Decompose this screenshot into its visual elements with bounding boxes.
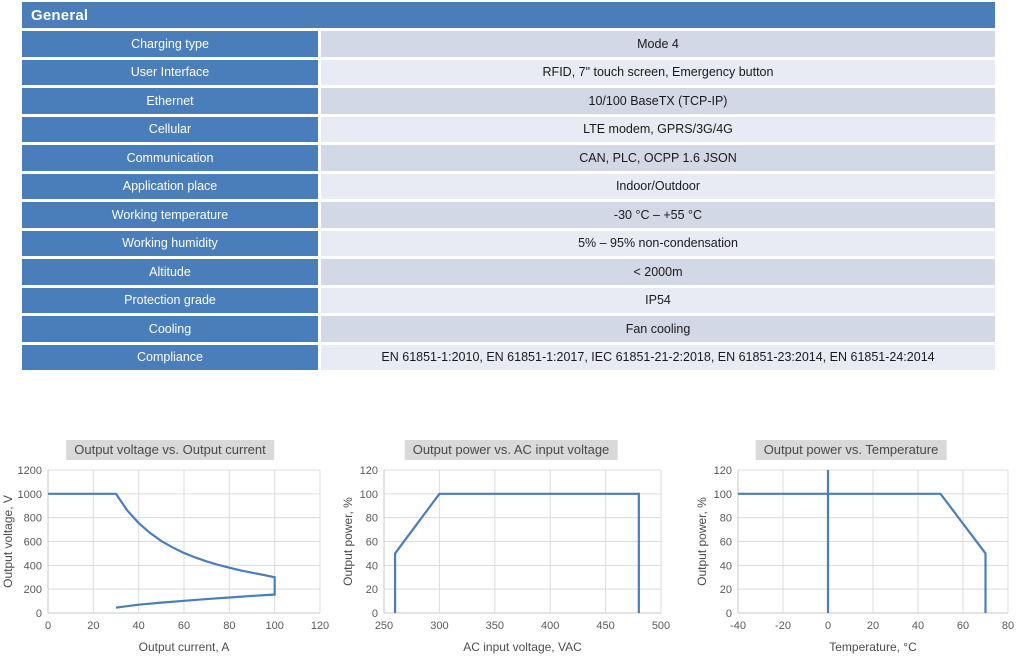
table-row-value: -30 °C – +55 °C (321, 202, 995, 228)
table-row-label: Working humidity (22, 230, 318, 256)
table-row-label: Charging type (22, 31, 318, 57)
table-row-value: Fan cooling (321, 316, 995, 342)
y-tick-label: 1200 (18, 465, 42, 477)
x-axis-title: AC input voltage, VAC (463, 640, 582, 654)
x-tick-label: 80 (1002, 620, 1014, 632)
table-row: Working temperature -30 °C – +55 °C (22, 202, 995, 228)
x-tick-label: 20 (87, 620, 99, 632)
output-power-vs-temperature-plot: 0 20 40 60 80 100 120 -40 -20 0 20 40 60 80 Temperatur… (695, 465, 1014, 654)
x-tick-label: 60 (178, 620, 190, 632)
table-row-label: Altitude (22, 259, 318, 285)
x-tick-label: 350 (486, 620, 504, 632)
table-row: User Interface RFID, 7" touch screen, Eme… (22, 59, 995, 85)
chart-output-power-vs-temperature: Output power vs. Temperature 0 20 40 60 80 10… (681, 434, 1021, 656)
x-tick-label: 120 (311, 620, 329, 632)
table-row-value: EN 61851-1:2010, EN 61851-1:2017, IEC 61… (321, 344, 995, 370)
table-row-value: 5% – 95% non-condensation (321, 230, 995, 256)
y-tick-label: 0 (726, 608, 732, 620)
y-tick-label: 40 (366, 560, 378, 572)
series-operating-envelope (48, 492, 276, 609)
table-body: Charging type Mode 4 User Interface RFID, 7… (22, 31, 995, 370)
y-tick-label: 100 (714, 489, 732, 501)
x-tick-label: 250 (375, 620, 393, 632)
y-tick-label: 120 (714, 465, 732, 477)
table-row-label: Protection grade (22, 287, 318, 313)
x-tick-label: 40 (912, 620, 924, 632)
general-specification-table: General Charging type Mode 4 User Interfac… (22, 2, 995, 373)
y-tick-label: 80 (366, 513, 378, 525)
table-row-label: Application place (22, 173, 318, 199)
x-tick-label: 40 (133, 620, 145, 632)
table-row: Altitude < 2000m (22, 259, 995, 285)
y-tick-label: 0 (372, 608, 378, 620)
y-tick-label: 60 (366, 537, 378, 549)
output-voltage-vs-output-current-plot: 0 200 400 600 800 1000 1200 0 20 40 60 80 100 120 Outp… (1, 465, 329, 654)
x-tick-label: -40 (730, 620, 746, 632)
x-tick-label: 20 (867, 620, 879, 632)
table-row-value: Mode 4 (321, 31, 995, 57)
table-row-value: 10/100 BaseTX (TCP-IP) (321, 88, 995, 114)
x-tick-label: 60 (957, 620, 969, 632)
table-row: Compliance EN 61851-1:2010, EN 61851-1:20… (22, 344, 995, 370)
y-tick-label: 120 (360, 465, 378, 477)
y-tick-label: 40 (720, 560, 732, 572)
table-row-value: LTE modem, GPRS/3G/4G (321, 116, 995, 142)
table-row: Application place Indoor/Outdoor (22, 173, 995, 199)
y-axis-title: Output power, % (341, 497, 355, 586)
series-output-power (393, 492, 640, 613)
y-tick-label: 0 (36, 608, 42, 620)
table-section-header: General (22, 2, 995, 28)
y-tick-label: 600 (24, 537, 42, 549)
series-output-power (738, 492, 987, 613)
table-row-label: Working temperature (22, 202, 318, 228)
table-row-value: CAN, PLC, OCPP 1.6 JSON (321, 145, 995, 171)
table-row-value: Indoor/Outdoor (321, 173, 995, 199)
table-row: Cellular LTE modem, GPRS/3G/4G (22, 116, 995, 142)
table-row: Cooling Fan cooling (22, 316, 995, 342)
table-row: Protection grade IP54 (22, 287, 995, 313)
x-tick-label: -20 (775, 620, 791, 632)
y-tick-label: 800 (24, 513, 42, 525)
x-tick-label: 100 (265, 620, 283, 632)
y-tick-label: 1000 (18, 489, 42, 501)
x-axis-title: Output current, A (139, 640, 230, 654)
table-row: Ethernet 10/100 BaseTX (TCP-IP) (22, 88, 995, 114)
x-tick-label: 500 (652, 620, 670, 632)
table-row: Charging type Mode 4 (22, 31, 995, 57)
x-tick-label: 400 (541, 620, 559, 632)
x-tick-label: 0 (45, 620, 51, 632)
table-row-label: Communication (22, 145, 318, 171)
output-power-vs-ac-input-voltage-plot: 0 20 40 60 80 100 120 250 300 350 400 450 500 AC inpu… (341, 465, 670, 654)
x-tick-label: 300 (430, 620, 448, 632)
table-row-label: User Interface (22, 59, 318, 85)
table-row-value: IP54 (321, 287, 995, 313)
table-row-value: < 2000m (321, 259, 995, 285)
y-tick-label: 400 (24, 560, 42, 572)
x-tick-label: 450 (596, 620, 614, 632)
y-axis-title: Output power, % (695, 497, 709, 586)
y-tick-label: 20 (720, 584, 732, 596)
y-tick-label: 80 (720, 513, 732, 525)
x-tick-label: 0 (825, 620, 831, 632)
table-row: Working humidity 5% – 95% non-condensatio… (22, 230, 995, 256)
x-axis-title: Temperature, °C (829, 640, 917, 654)
table-row-label: Cooling (22, 316, 318, 342)
table-row-value: RFID, 7" touch screen, Emergency button (321, 59, 995, 85)
y-tick-label: 100 (360, 489, 378, 501)
y-tick-label: 200 (24, 584, 42, 596)
chart-output-voltage-vs-output-current: Output voltage vs. Output current 0 200 40… (0, 434, 340, 656)
y-axis-title: Output voltage, V (1, 495, 15, 588)
chart-output-power-vs-ac-input-voltage: Output power vs. AC input voltage 0 20 40 6… (341, 434, 681, 656)
y-tick-label: 60 (720, 537, 732, 549)
table-row-label: Cellular (22, 116, 318, 142)
y-tick-label: 20 (366, 584, 378, 596)
table-row: Communication CAN, PLC, OCPP 1.6 JSON (22, 145, 995, 171)
charts-row: Output voltage vs. Output current 0 200 40… (0, 434, 1024, 656)
table-row-label: Compliance (22, 344, 318, 370)
table-row-label: Ethernet (22, 88, 318, 114)
x-tick-label: 80 (223, 620, 235, 632)
